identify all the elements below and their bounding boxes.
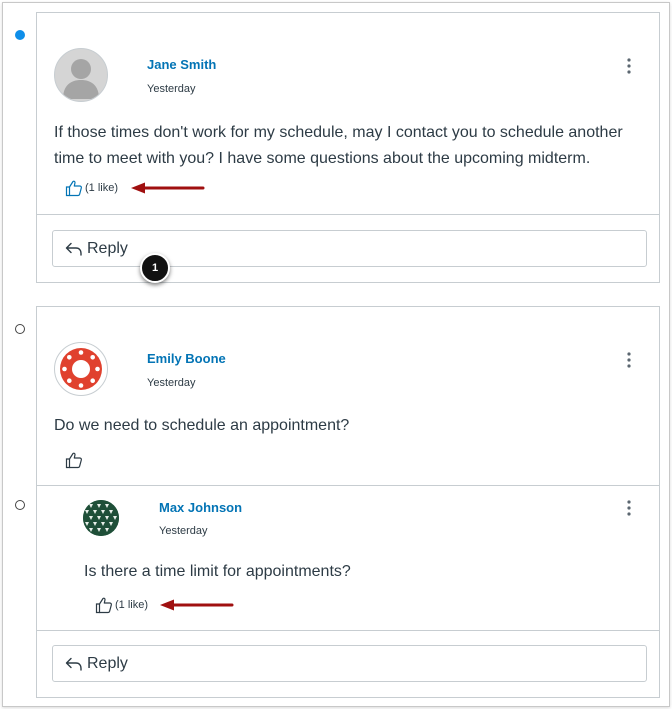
read-indicator: [15, 500, 25, 510]
annotation-arrow: [131, 182, 205, 194]
post-message: Is there a time limit for appointments?: [84, 563, 351, 580]
reply-label: Reply: [87, 654, 128, 672]
divider: [37, 214, 659, 215]
reply-arrow-icon: [65, 242, 82, 256]
post-date: Yesterday: [147, 377, 196, 389]
more-options-icon[interactable]: [622, 499, 636, 517]
post-message: Do we need to schedule an appointment?: [54, 417, 350, 434]
callout-number-badge: 1: [140, 253, 170, 283]
post-message: If those times don't work for my schedul…: [54, 124, 623, 167]
like-control[interactable]: (1 like): [95, 596, 148, 614]
like-count: (1 like): [115, 599, 149, 611]
reply-label: Reply: [87, 239, 128, 257]
post-date: Yesterday: [147, 83, 196, 95]
author-name[interactable]: Emily Boone: [147, 351, 226, 366]
screenshot-frame: Jane Smith Yesterday If those times don'…: [2, 2, 670, 707]
post-date: Yesterday: [159, 525, 208, 537]
thumbs-up-icon[interactable]: [95, 596, 113, 614]
divider: [37, 630, 659, 631]
thumbs-up-icon[interactable]: [65, 179, 83, 197]
like-count: (1 like): [85, 182, 119, 194]
thumbs-up-icon[interactable]: [65, 451, 83, 469]
author-name[interactable]: Jane Smith: [147, 57, 216, 72]
discussion-entry-2: Emily Boone Yesterday Do we need to sche…: [36, 306, 660, 698]
nested-reply: Max Johnson Yesterday Is there a time li…: [37, 486, 659, 630]
more-options-icon[interactable]: [622, 351, 636, 369]
discussion-entry-1: Jane Smith Yesterday If those times don'…: [36, 12, 660, 283]
avatar[interactable]: [54, 48, 108, 102]
like-control[interactable]: (1 like): [65, 179, 118, 197]
avatar[interactable]: [83, 500, 119, 536]
reply-arrow-icon: [65, 657, 82, 671]
avatar[interactable]: [54, 342, 108, 396]
canvas-logo-icon: [60, 348, 102, 390]
unread-indicator: [15, 30, 25, 40]
annotation-arrow: [160, 599, 234, 611]
more-options-icon[interactable]: [622, 57, 636, 75]
reply-button[interactable]: Reply: [52, 645, 647, 682]
default-user-icon: [63, 59, 99, 99]
author-name[interactable]: Max Johnson: [159, 500, 242, 515]
read-indicator: [15, 324, 25, 334]
pattern-avatar-icon: [83, 500, 119, 536]
